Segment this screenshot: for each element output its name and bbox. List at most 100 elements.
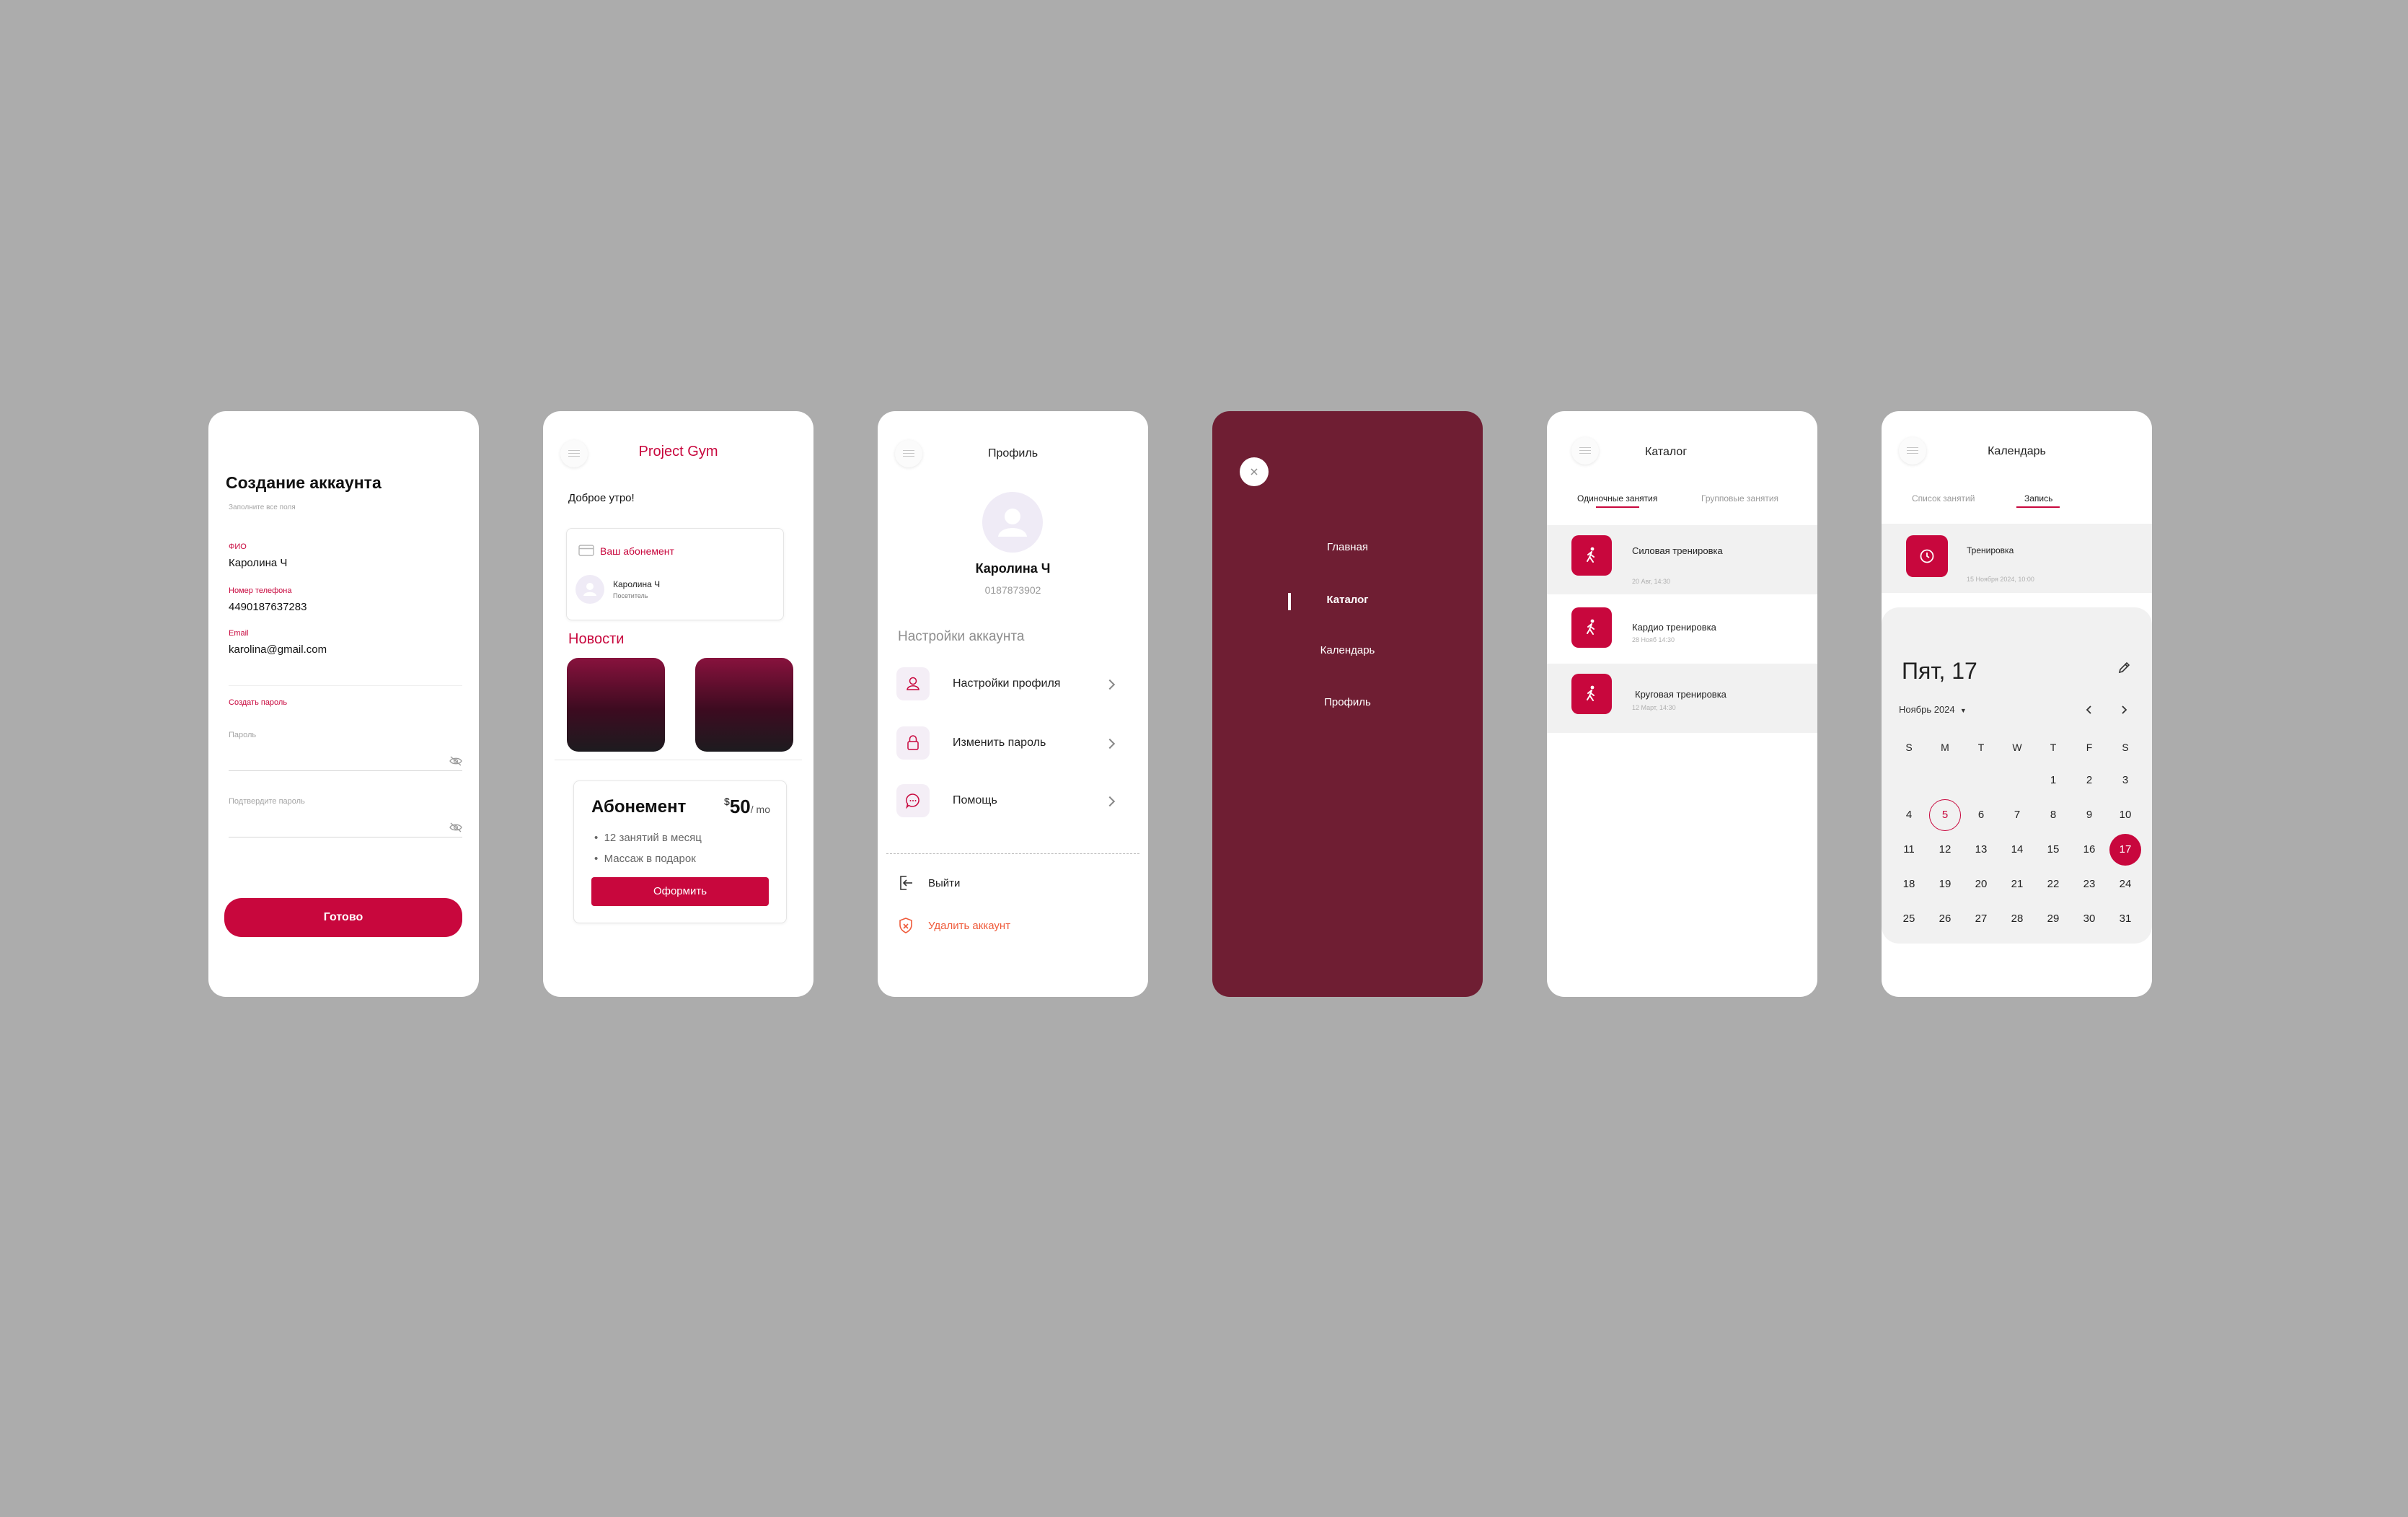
delete-account-label: Удалить аккаунт [928, 920, 1011, 932]
calendar-day[interactable]: 31 [2109, 903, 2141, 935]
name-label: ФИО [229, 542, 247, 551]
list-item[interactable]: Кардио тренировка 28 Нояб 14:30 [1547, 594, 1817, 664]
class-date: 12 Март, 14:30 [1632, 704, 1676, 711]
news-title: Новости [568, 631, 625, 647]
delete-account-button[interactable]: Удалить аккаунт [878, 914, 1148, 940]
calendar-day[interactable]: 16 [2073, 834, 2105, 866]
password-section-title: Создать пароль [229, 698, 288, 707]
profile-phone: 0187873902 [984, 584, 1041, 596]
calendar-day[interactable]: 28 [2001, 903, 2033, 935]
walking-icon [1571, 607, 1612, 648]
tab-single[interactable]: Одиночные занятия [1577, 493, 1657, 504]
calendar-day[interactable]: 6 [1965, 799, 1997, 831]
class-title: Круговая тренировка [1635, 689, 1726, 700]
email-field[interactable]: karolina@gmail.com [229, 643, 327, 656]
logout-button[interactable]: Выйти [878, 871, 1148, 897]
logout-icon [900, 876, 912, 890]
subscription-card[interactable]: Ваш абонемент Каролина Ч Посетитель [566, 528, 784, 620]
drawer-screen: Главная Каталог Календарь Профиль [1212, 411, 1483, 997]
eye-off-icon[interactable] [449, 822, 463, 832]
calendar-day[interactable]: 2 [2073, 765, 2105, 796]
calendar-day[interactable]: 30 [2073, 903, 2105, 935]
class-title: Кардио тренировка [1632, 622, 1716, 633]
calendar-day[interactable]: 27 [1965, 903, 1997, 935]
calendar-day[interactable]: 13 [1965, 834, 1997, 866]
calendar-day[interactable]: 24 [2109, 869, 2141, 900]
news-image[interactable] [567, 658, 665, 752]
calendar-day[interactable]: 7 [2001, 799, 2033, 831]
calendar-day[interactable]: 26 [1929, 903, 1961, 935]
email-label: Email [229, 629, 249, 638]
weekday-label: W [2012, 742, 2022, 753]
settings-item-password[interactable]: Изменить пароль [878, 723, 1148, 763]
member-name: Каролина Ч [613, 579, 661, 589]
settings-item-profile[interactable]: Настройки профиля [878, 664, 1148, 704]
calendar-day[interactable]: 21 [2001, 869, 2033, 900]
tab-indicator [2016, 506, 2060, 508]
menu-icon[interactable] [1571, 437, 1599, 465]
close-icon[interactable] [1240, 457, 1269, 486]
settings-title: Настройки аккаунта [898, 629, 1025, 644]
calendar-day[interactable]: 15 [2037, 834, 2069, 866]
calendar-day[interactable]: 14 [2001, 834, 2033, 866]
calendar-day-selected[interactable]: 17 [2109, 834, 2141, 866]
calendar-day[interactable]: 29 [2037, 903, 2069, 935]
plan-title: Абонемент [591, 797, 687, 817]
calendar-day-today[interactable]: 5 [1929, 799, 1961, 831]
list-item[interactable]: Круговая тренировка 12 Март, 14:30 [1547, 664, 1817, 733]
booking-item[interactable]: Тренировка 15 Ноября 2024, 10:00 [1882, 524, 2152, 593]
nav-item-catalog[interactable]: Каталог [1212, 594, 1483, 606]
calendar-day[interactable]: 4 [1893, 799, 1925, 831]
user-icon [896, 667, 930, 700]
booking-title: Тренировка [1967, 545, 2014, 555]
phone-field[interactable]: 4490187637283 [229, 601, 306, 613]
calendar-day[interactable]: 22 [2037, 869, 2069, 900]
calendar-screen: Календарь Список занятий Запись Трениров… [1882, 411, 2152, 997]
calendar-day[interactable]: 19 [1929, 869, 1961, 900]
tab-classes[interactable]: Список занятий [1912, 493, 1975, 504]
class-title: Силовая тренировка [1632, 545, 1723, 556]
plan-feature: • Массаж в подарок [594, 853, 696, 865]
page-title: Профиль [987, 447, 1038, 460]
card-icon [578, 545, 594, 556]
eye-off-icon[interactable] [449, 756, 463, 766]
app-title: Project Gym [638, 444, 718, 460]
nav-item-home[interactable]: Главная [1212, 541, 1483, 553]
calendar-day[interactable]: 23 [2073, 869, 2105, 900]
calendar-day[interactable]: 1 [2037, 765, 2069, 796]
calendar-day[interactable]: 20 [1965, 869, 1997, 900]
list-item[interactable]: Силовая тренировка 20 Авг, 14:30 [1547, 525, 1817, 594]
avatar [575, 575, 604, 604]
signup-subtitle: Заполните все поля [229, 504, 296, 511]
password-field[interactable]: Пароль [229, 731, 256, 739]
news-image[interactable] [695, 658, 793, 752]
calendar-day[interactable]: 3 [2109, 765, 2141, 796]
calendar-day[interactable]: 11 [1893, 834, 1925, 866]
name-field[interactable]: Каролина Ч [229, 557, 287, 569]
calendar-day[interactable]: 18 [1893, 869, 1925, 900]
confirm-password-field[interactable]: Подтвердите пароль [229, 797, 305, 806]
chevron-right-icon [1104, 738, 1116, 749]
chevron-right-icon [1104, 679, 1116, 690]
submit-button[interactable]: Готово [224, 898, 462, 937]
greeting: Доброе утро! [568, 492, 635, 504]
phone-label: Номер телефона [229, 586, 292, 595]
settings-item-help[interactable]: Помощь [878, 781, 1148, 821]
calendar-day[interactable]: 9 [2073, 799, 2105, 831]
tab-group[interactable]: Групповые занятия [1701, 493, 1778, 504]
weekday-label: S [1905, 742, 1913, 753]
avatar[interactable] [982, 492, 1043, 553]
page-title: Каталог [1645, 446, 1688, 458]
subscribe-button[interactable]: Оформить [591, 877, 769, 906]
calendar-day[interactable]: 25 [1893, 903, 1925, 935]
subscription-link[interactable]: Ваш абонемент [600, 545, 674, 557]
nav-item-calendar[interactable]: Календарь [1212, 644, 1483, 656]
logout-label: Выйти [928, 877, 961, 889]
calendar-day[interactable]: 10 [2109, 799, 2141, 831]
calendar-day[interactable]: 12 [1929, 834, 1961, 866]
tab-booking[interactable]: Запись [2024, 493, 2052, 504]
chat-icon [896, 784, 930, 817]
member-role: Посетитель [613, 592, 648, 599]
calendar-day[interactable]: 8 [2037, 799, 2069, 831]
nav-item-profile[interactable]: Профиль [1212, 696, 1483, 708]
